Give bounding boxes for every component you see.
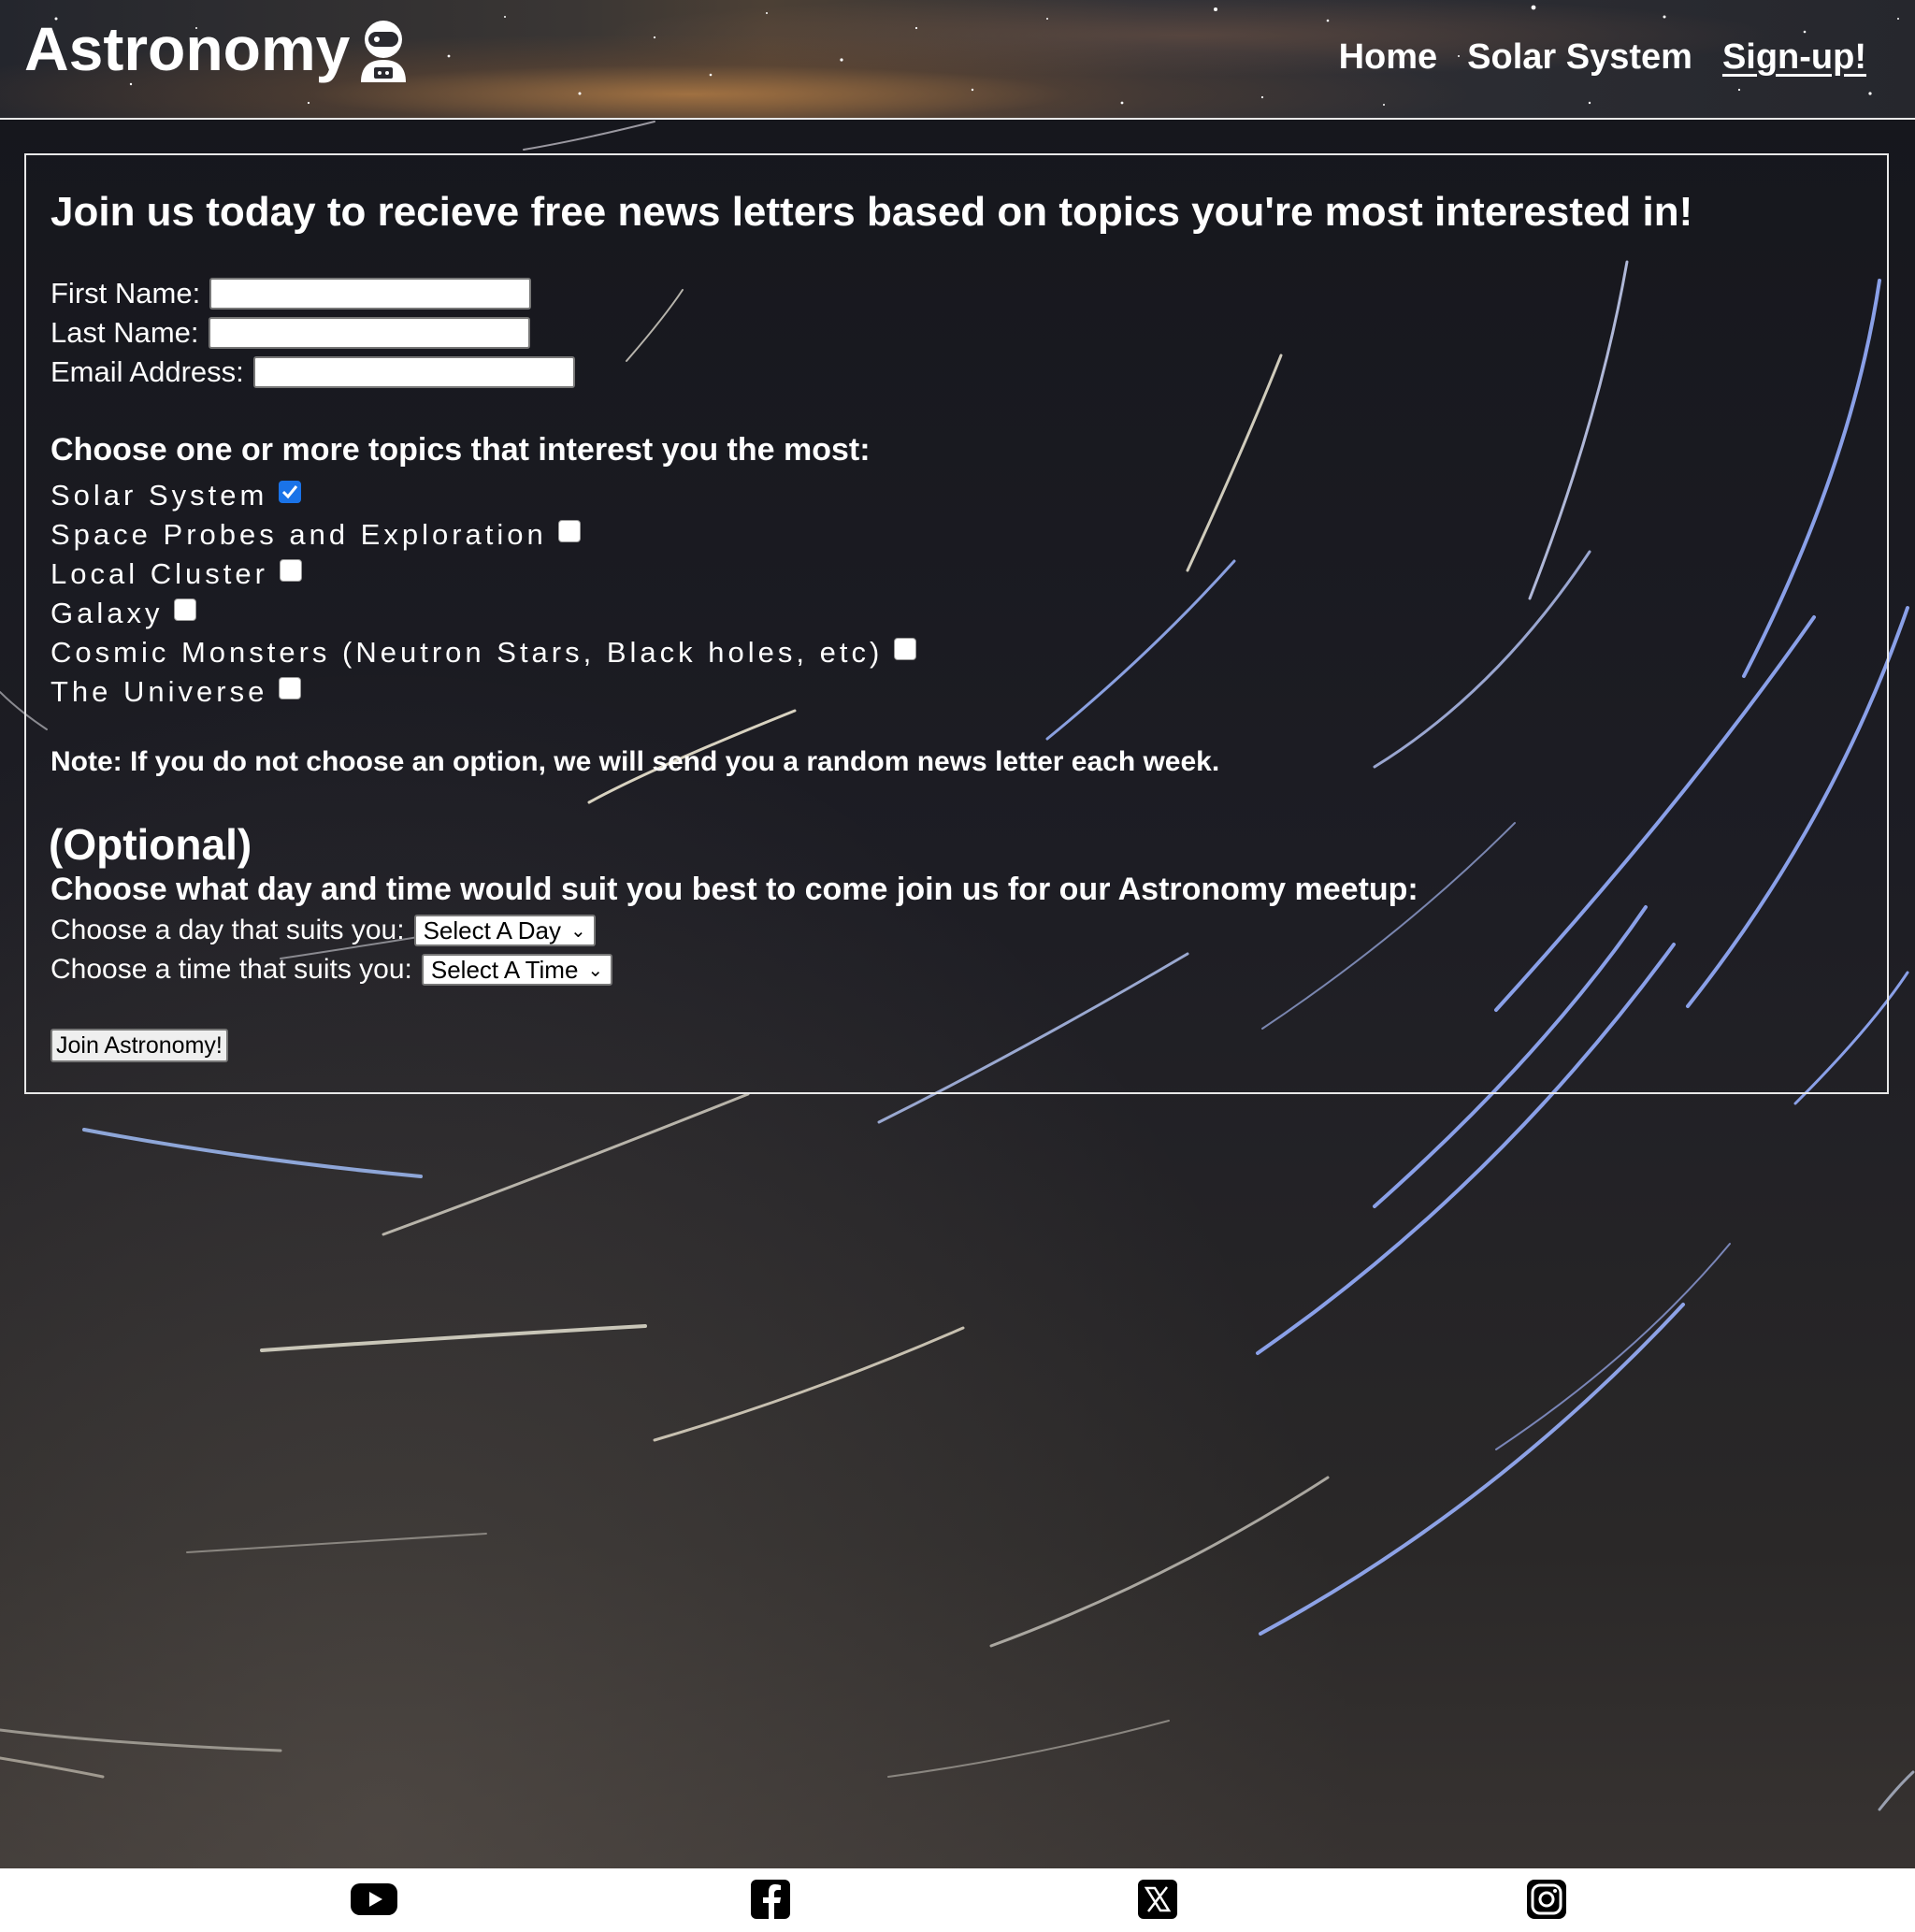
astronaut-icon xyxy=(361,21,406,82)
site-footer xyxy=(0,1868,1915,1932)
topic-solar-system: Solar System xyxy=(50,479,302,512)
topic-label: Local Cluster xyxy=(50,557,268,590)
chevron-down-icon: ⌄ xyxy=(587,959,604,981)
time-select-value: Select A Time xyxy=(430,955,579,984)
topic-checkbox-galaxy[interactable] xyxy=(174,598,197,621)
email-label: Email Address: xyxy=(50,355,244,388)
time-label: Choose a time that suits you: xyxy=(50,954,412,985)
note-text: Note: If you do not choose an option, we… xyxy=(50,746,1220,777)
last-name-row: Last Name: xyxy=(50,316,530,350)
chevron-down-icon: ⌄ xyxy=(569,920,586,942)
topic-space-probes: Space Probes and Exploration xyxy=(50,518,581,552)
main-nav: Home Solar System Sign-up! xyxy=(1339,37,1866,78)
day-row: Choose a day that suits you: Select A Da… xyxy=(50,915,596,946)
last-name-label: Last Name: xyxy=(50,316,199,349)
first-name-row: First Name: xyxy=(50,277,532,310)
time-select[interactable]: Select A Time ⌄ xyxy=(421,954,613,986)
topics-heading: Choose one or more topics that interest … xyxy=(50,432,871,468)
first-name-input[interactable] xyxy=(209,278,532,310)
form-heading: Join us today to recieve free news lette… xyxy=(50,189,1693,235)
nav-link-sign-up[interactable]: Sign-up! xyxy=(1722,37,1866,78)
topic-galaxy: Galaxy xyxy=(50,597,197,630)
topic-local-cluster: Local Cluster xyxy=(50,557,302,591)
first-name-label: First Name: xyxy=(50,277,201,310)
nav-link-solar-system[interactable]: Solar System xyxy=(1467,37,1692,78)
topic-checkbox-universe[interactable] xyxy=(279,677,302,699)
topic-label: Cosmic Monsters (Neutron Stars, Black ho… xyxy=(50,636,884,669)
facebook-icon[interactable] xyxy=(746,1878,795,1921)
instagram-icon[interactable] xyxy=(1522,1878,1571,1921)
signup-form: Join us today to recieve free news lette… xyxy=(24,153,1889,1094)
time-row: Choose a time that suits you: Select A T… xyxy=(50,954,613,986)
day-select[interactable]: Select A Day ⌄ xyxy=(413,915,596,946)
topic-label: Galaxy xyxy=(50,597,164,629)
day-label: Choose a day that suits you: xyxy=(50,915,405,945)
day-select-value: Select A Day xyxy=(423,916,561,944)
meetup-heading: Choose what day and time would suit you … xyxy=(50,872,1418,907)
optional-heading: (Optional) xyxy=(49,820,252,869)
email-row: Email Address: xyxy=(50,355,575,389)
topic-label: Solar System xyxy=(50,479,268,512)
checkmark-icon xyxy=(282,485,298,499)
youtube-icon[interactable] xyxy=(350,1878,398,1921)
topic-universe: The Universe xyxy=(50,675,302,709)
site-header: Astronomy Home Solar System Sign-up! xyxy=(0,0,1915,120)
topic-label: Space Probes and Exploration xyxy=(50,518,547,551)
nav-link-home[interactable]: Home xyxy=(1339,37,1438,78)
site-logo-text[interactable]: Astronomy xyxy=(24,13,350,84)
topic-checkbox-solar-system[interactable] xyxy=(279,481,302,503)
topic-checkbox-space-probes[interactable] xyxy=(557,520,581,542)
topic-cosmic-monsters: Cosmic Monsters (Neutron Stars, Black ho… xyxy=(50,636,917,670)
topic-label: The Universe xyxy=(50,675,268,708)
topic-checkbox-cosmic-monsters[interactable] xyxy=(894,638,917,660)
x-icon[interactable] xyxy=(1133,1878,1182,1921)
email-input[interactable] xyxy=(252,356,575,388)
topic-checkbox-local-cluster[interactable] xyxy=(279,559,302,582)
join-button[interactable]: Join Astronomy! xyxy=(50,1029,228,1062)
last-name-input[interactable] xyxy=(208,317,530,349)
